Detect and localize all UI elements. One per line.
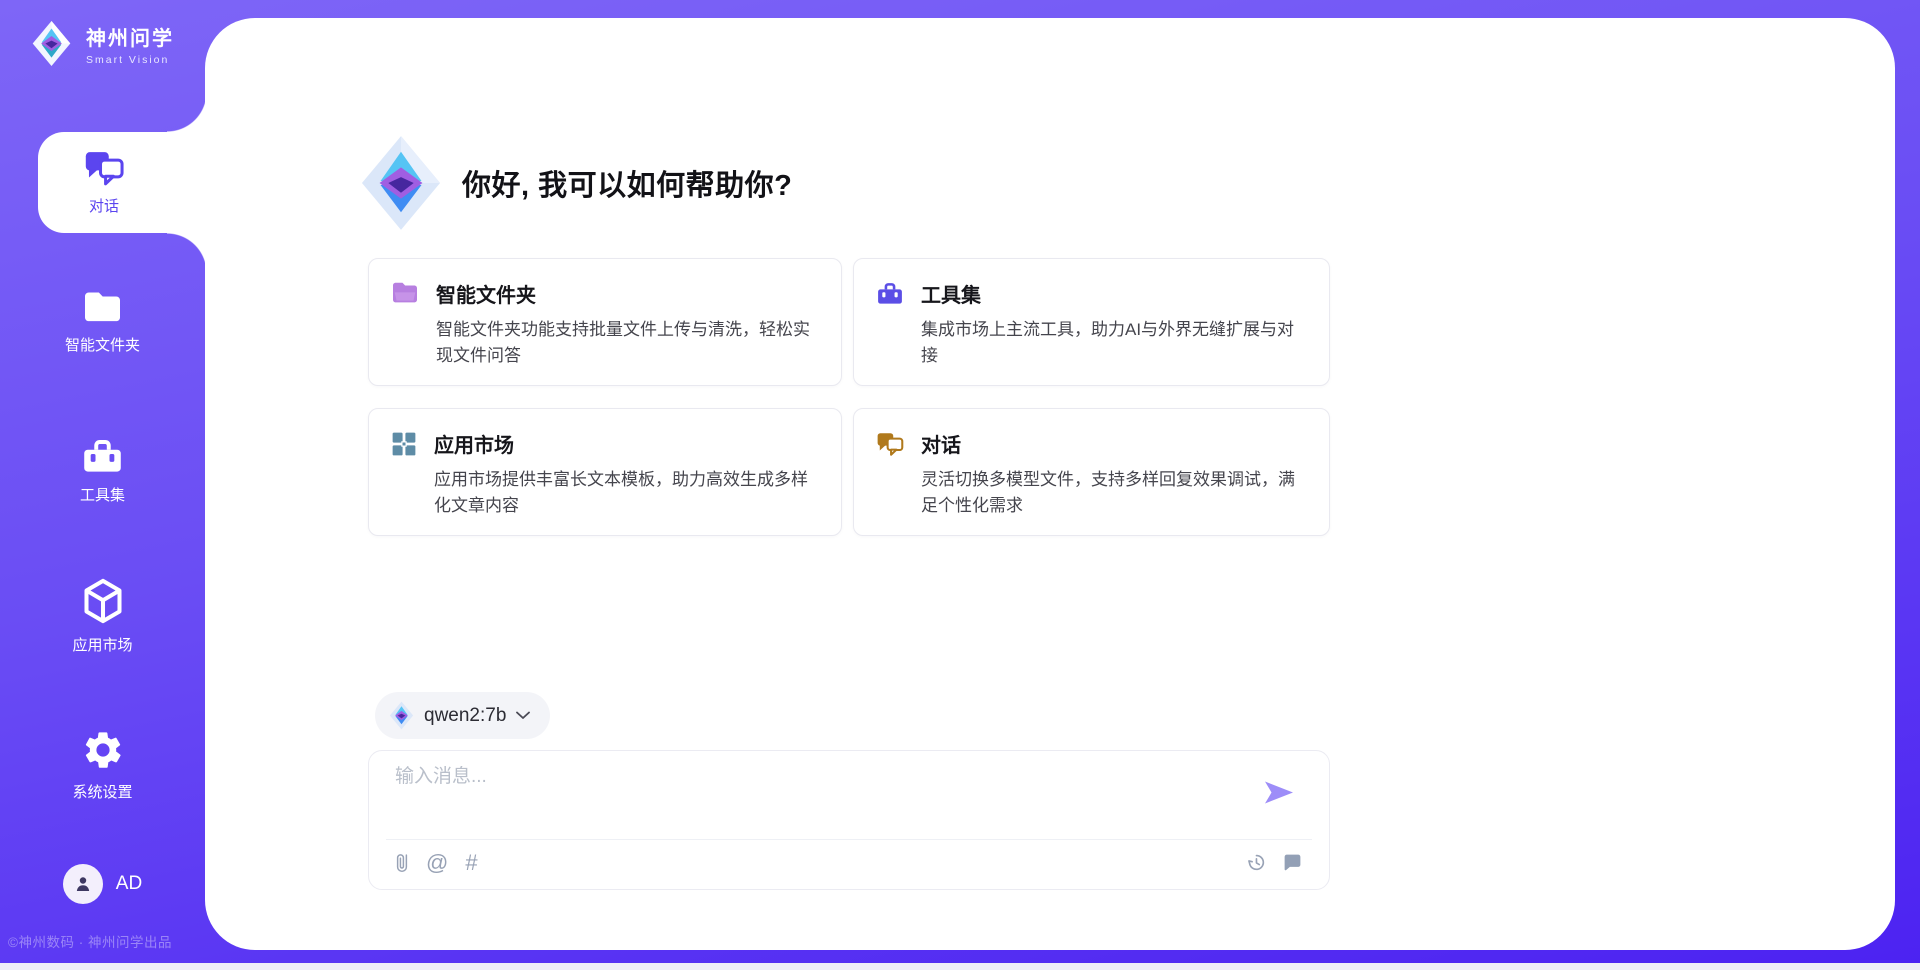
- chat-icon: [83, 149, 125, 187]
- model-selector[interactable]: qwen2:7b: [375, 692, 550, 739]
- chat-icon: [876, 431, 904, 457]
- apps-grid-icon: [391, 431, 417, 457]
- greeting-block: 你好, 我可以如何帮助你?: [360, 134, 792, 232]
- sidebar-item-app-market[interactable]: 应用市场: [0, 577, 205, 655]
- composer-divider: [386, 839, 1312, 840]
- attach-icon[interactable]: [395, 851, 409, 875]
- card-smart-folders[interactable]: 智能文件夹 智能文件夹功能支持批量文件上传与清洗，轻松实现文件问答: [368, 258, 842, 386]
- history-icon[interactable]: [1245, 851, 1267, 873]
- sidebar-item-chat[interactable]: 对话: [38, 132, 210, 233]
- send-icon[interactable]: [1263, 778, 1295, 807]
- folder-icon: [391, 281, 419, 305]
- brand-logo: 神州问学 Smart Vision: [28, 20, 174, 67]
- sidebar-item-label: 智能文件夹: [65, 334, 140, 355]
- sidebar-item-label: 应用市场: [72, 634, 132, 655]
- tab-fillet-bottom: [167, 233, 207, 273]
- brand-name: 神州问学: [86, 22, 174, 51]
- topic-icon[interactable]: #: [465, 851, 477, 875]
- mention-icon[interactable]: @: [426, 851, 448, 875]
- card-description: 集成市场上主流工具，助力AI与外界无缝扩展与对接: [921, 317, 1307, 368]
- chevron-down-icon: [516, 711, 530, 720]
- cube-icon: [81, 577, 125, 625]
- card-title: 对话: [921, 429, 1307, 458]
- model-name: qwen2:7b: [424, 705, 506, 727]
- card-toolset[interactable]: 工具集 集成市场上主流工具，助力AI与外界无缝扩展与对接: [853, 258, 1330, 386]
- page-scrollbar[interactable]: [0, 963, 1920, 970]
- folder-icon: [82, 290, 123, 325]
- message-input[interactable]: [395, 766, 1255, 788]
- card-app-market[interactable]: 应用市场 应用市场提供丰富长文本模板，助力高效生成多样化文章内容: [368, 408, 842, 536]
- person-icon: [72, 873, 94, 895]
- sidebar-footer: ©神州数码 · 神州问学出品: [8, 931, 205, 951]
- feature-cards: 智能文件夹 智能文件夹功能支持批量文件上传与清洗，轻松实现文件问答 工具集 集成…: [368, 258, 1330, 536]
- card-description: 灵活切换多模型文件，支持多样回复效果调试，满足个性化需求: [921, 467, 1307, 518]
- composer-tools-left: @ #: [395, 851, 478, 875]
- card-title: 工具集: [921, 279, 1307, 308]
- sidebar-item-smart-folders[interactable]: 智能文件夹: [0, 290, 205, 355]
- sidebar-item-label: 对话: [89, 195, 119, 216]
- user-initials: AD: [116, 873, 142, 895]
- toolbox-icon: [81, 437, 124, 475]
- card-title: 应用市场: [434, 429, 819, 458]
- user-profile[interactable]: AD: [0, 864, 205, 904]
- message-composer: @ #: [368, 750, 1330, 890]
- composer-tools-right: [1245, 851, 1303, 873]
- sidebar-item-label: 工具集: [80, 484, 125, 505]
- toolbox-icon: [876, 281, 904, 306]
- card-description: 智能文件夹功能支持批量文件上传与清洗，轻松实现文件问答: [436, 317, 819, 368]
- gear-icon: [81, 728, 125, 772]
- app-root: 神州问学 Smart Vision 对话 智能文件夹 工具集: [0, 0, 1920, 970]
- sidebar-item-toolset[interactable]: 工具集: [0, 437, 205, 505]
- brand-diamond-icon: [28, 20, 75, 67]
- sidebar-item-label: 系统设置: [72, 781, 132, 802]
- card-description: 应用市场提供丰富长文本模板，助力高效生成多样化文章内容: [434, 467, 819, 518]
- brand-subtitle: Smart Vision: [86, 54, 174, 66]
- greeting-title: 你好, 我可以如何帮助你?: [462, 162, 792, 204]
- card-title: 智能文件夹: [436, 279, 819, 308]
- assistant-diamond-icon: [360, 134, 442, 232]
- feedback-icon[interactable]: [1282, 852, 1303, 873]
- card-chat[interactable]: 对话 灵活切换多模型文件，支持多样回复效果调试，满足个性化需求: [853, 408, 1330, 536]
- sidebar-item-settings[interactable]: 系统设置: [0, 728, 205, 802]
- model-diamond-icon: [389, 701, 414, 730]
- tab-fillet-top: [167, 92, 207, 132]
- avatar: [63, 864, 103, 904]
